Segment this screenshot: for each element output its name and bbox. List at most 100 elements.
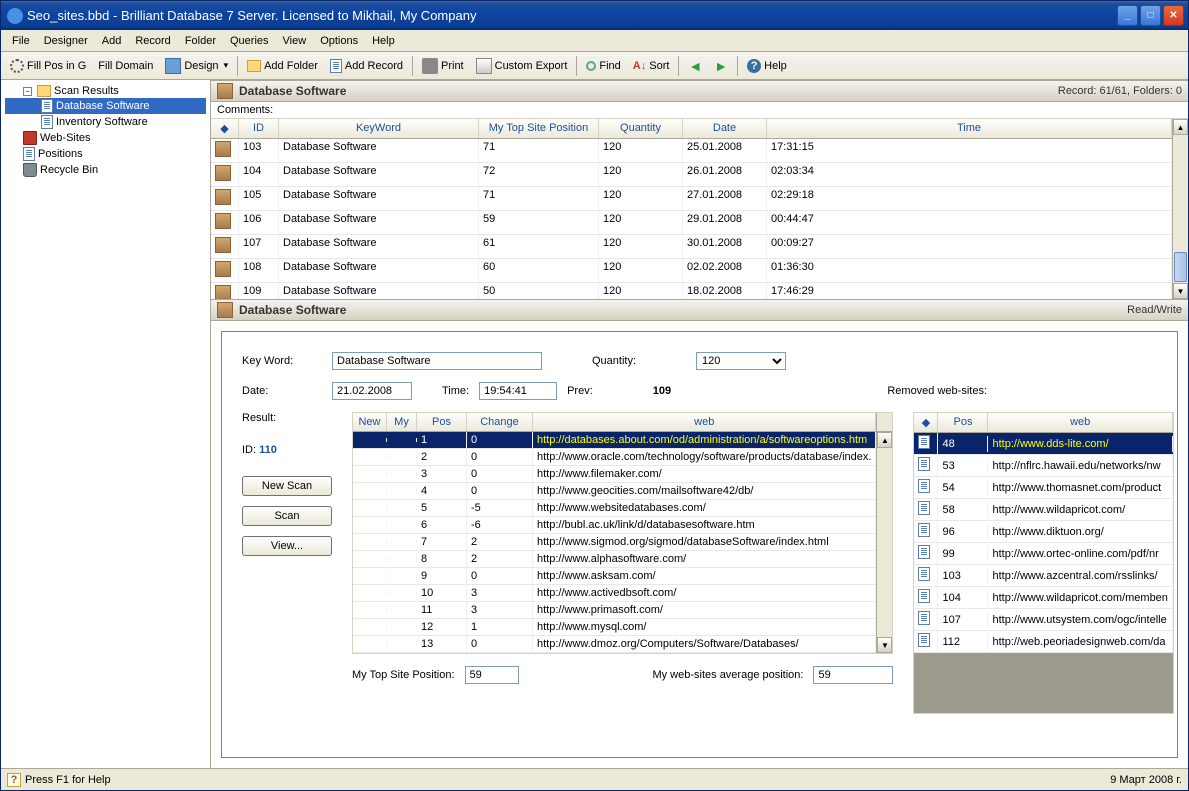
- col-quantity[interactable]: Quantity: [599, 119, 683, 138]
- menu-add[interactable]: Add: [95, 33, 129, 49]
- menu-designer[interactable]: Designer: [37, 33, 95, 49]
- scrollbar-vertical[interactable]: ▲ ▼: [1172, 119, 1188, 299]
- table-row[interactable]: 10http://databases.about.com/od/administ…: [353, 432, 876, 449]
- add-record-button[interactable]: Add Record: [325, 56, 408, 76]
- date-input[interactable]: [332, 382, 412, 400]
- table-row[interactable]: 121http://www.mysql.com/: [353, 619, 876, 636]
- col-pos[interactable]: Pos: [938, 413, 988, 432]
- col-keyword[interactable]: KeyWord: [279, 119, 479, 138]
- table-row[interactable]: 5-5http://www.websitedatabases.com/: [353, 500, 876, 517]
- nav-back-button[interactable]: ◄: [683, 55, 707, 77]
- menu-record[interactable]: Record: [128, 33, 177, 49]
- table-row[interactable]: 53http://nflrc.hawaii.edu/networks/nw: [914, 455, 1172, 477]
- toolbar-separator: [576, 56, 577, 76]
- table-row[interactable]: 54http://www.thomasnet.com/product: [914, 477, 1172, 499]
- close-button[interactable]: ✕: [1163, 5, 1184, 26]
- scroll-up-button[interactable]: ▲: [1173, 119, 1188, 135]
- record-icon: [217, 83, 233, 99]
- col-pos[interactable]: Pos: [417, 413, 467, 431]
- tree-scan-results[interactable]: − Scan Results: [5, 84, 206, 98]
- custom-export-button[interactable]: Custom Export: [471, 55, 573, 77]
- scroll-down-button[interactable]: ▼: [877, 637, 892, 653]
- col-marker[interactable]: ◆: [914, 413, 938, 432]
- col-date[interactable]: Date: [683, 119, 767, 138]
- grid-body[interactable]: 48http://www.dds-lite.com/53http://nflrc…: [914, 433, 1172, 653]
- toolbar: Fill Pos in G Fill Domain Design Add Fol…: [1, 52, 1188, 80]
- col-change[interactable]: Change: [467, 413, 533, 431]
- grid-body[interactable]: 10http://databases.about.com/od/administ…: [353, 432, 876, 653]
- time-input[interactable]: [479, 382, 557, 400]
- new-scan-button[interactable]: New Scan: [242, 476, 332, 496]
- table-row[interactable]: 109Database Software5012018.02.200817:46…: [211, 283, 1172, 299]
- table-row[interactable]: 58http://www.wildapricot.com/: [914, 499, 1172, 521]
- find-button[interactable]: Find: [581, 57, 625, 75]
- col-time[interactable]: Time: [767, 119, 1172, 138]
- record-icon: [215, 237, 231, 253]
- design-button[interactable]: Design: [160, 55, 233, 77]
- table-row[interactable]: 48http://www.dds-lite.com/: [914, 433, 1172, 455]
- col-web[interactable]: web: [988, 413, 1172, 432]
- col-position[interactable]: My Top Site Position: [479, 119, 599, 138]
- table-row[interactable]: 104Database Software7212026.01.200802:03…: [211, 163, 1172, 187]
- table-row[interactable]: 103http://www.azcentral.com/rsslinks/: [914, 565, 1172, 587]
- col-my[interactable]: My: [387, 413, 417, 431]
- tree-recycle-bin[interactable]: Recycle Bin: [5, 162, 206, 178]
- scrollbar-vertical[interactable]: ▲ ▼: [876, 432, 892, 653]
- scroll-up-button[interactable]: ▲: [877, 432, 892, 448]
- table-row[interactable]: 90http://www.asksam.com/: [353, 568, 876, 585]
- record-icon: [215, 141, 231, 157]
- quantity-select[interactable]: 120: [696, 352, 786, 370]
- scroll-thumb[interactable]: [1174, 252, 1187, 282]
- table-row[interactable]: 103Database Software7112025.01.200817:31…: [211, 139, 1172, 163]
- tree-positions[interactable]: Positions: [5, 146, 206, 162]
- nav-forward-button[interactable]: ►: [709, 55, 733, 77]
- keyword-input[interactable]: [332, 352, 542, 370]
- table-row[interactable]: 20http://www.oracle.com/technology/softw…: [353, 449, 876, 466]
- table-row[interactable]: 107http://www.utsystem.com/ogc/intelle: [914, 609, 1172, 631]
- tree-inventory-software[interactable]: Inventory Software: [5, 114, 206, 130]
- col-new[interactable]: New: [353, 413, 387, 431]
- scroll-down-button[interactable]: ▼: [1173, 283, 1188, 299]
- menu-file[interactable]: File: [5, 33, 37, 49]
- col-web[interactable]: web: [533, 413, 876, 431]
- table-row[interactable]: 130http://www.dmoz.org/Computers/Softwar…: [353, 636, 876, 653]
- menu-help[interactable]: Help: [365, 33, 402, 49]
- tree-database-software[interactable]: Database Software: [5, 98, 206, 114]
- table-row[interactable]: 106Database Software5912029.01.200800:44…: [211, 211, 1172, 235]
- print-button[interactable]: Print: [417, 55, 469, 77]
- table-row[interactable]: 82http://www.alphasoftware.com/: [353, 551, 876, 568]
- table-row[interactable]: 6-6http://bubl.ac.uk/link/d/databasesoft…: [353, 517, 876, 534]
- table-row[interactable]: 113http://www.primasoft.com/: [353, 602, 876, 619]
- menu-options[interactable]: Options: [313, 33, 365, 49]
- table-row[interactable]: 40http://www.geocities.com/mailsoftware4…: [353, 483, 876, 500]
- add-folder-button[interactable]: Add Folder: [242, 57, 323, 75]
- col-id[interactable]: ID: [239, 119, 279, 138]
- col-marker[interactable]: ◆: [211, 119, 239, 138]
- table-row[interactable]: 103http://www.activedbsoft.com/: [353, 585, 876, 602]
- avg-pos-input[interactable]: [813, 666, 893, 684]
- fill-domain-button[interactable]: Fill Domain: [93, 57, 158, 75]
- menu-queries[interactable]: Queries: [223, 33, 276, 49]
- table-row[interactable]: 30http://www.filemaker.com/: [353, 466, 876, 483]
- collapse-icon[interactable]: −: [23, 87, 32, 96]
- table-row[interactable]: 108Database Software6012002.02.200801:36…: [211, 259, 1172, 283]
- tree-web-sites[interactable]: Web-Sites: [5, 130, 206, 146]
- menu-view[interactable]: View: [276, 33, 314, 49]
- fill-pos-button[interactable]: Fill Pos in G: [5, 56, 91, 76]
- maximize-button[interactable]: □: [1140, 5, 1161, 26]
- table-row[interactable]: 72http://www.sigmod.org/sigmod/databaseS…: [353, 534, 876, 551]
- table-row[interactable]: 107Database Software6112030.01.200800:09…: [211, 235, 1172, 259]
- top-pos-input[interactable]: [465, 666, 519, 684]
- table-row[interactable]: 99http://www.ortec-online.com/pdf/nr: [914, 543, 1172, 565]
- scan-button[interactable]: Scan: [242, 506, 332, 526]
- grid-body[interactable]: 103Database Software7112025.01.200817:31…: [211, 139, 1172, 299]
- table-row[interactable]: 96http://www.diktuon.org/: [914, 521, 1172, 543]
- sort-button[interactable]: A↓Sort: [628, 57, 675, 75]
- table-row[interactable]: 112http://web.peoriadesignweb.com/da: [914, 631, 1172, 653]
- help-button[interactable]: ?Help: [742, 56, 792, 76]
- table-row[interactable]: 104http://www.wildapricot.com/memben: [914, 587, 1172, 609]
- minimize-button[interactable]: _: [1117, 5, 1138, 26]
- menu-folder[interactable]: Folder: [178, 33, 223, 49]
- view-button[interactable]: View...: [242, 536, 332, 556]
- table-row[interactable]: 105Database Software7112027.01.200802:29…: [211, 187, 1172, 211]
